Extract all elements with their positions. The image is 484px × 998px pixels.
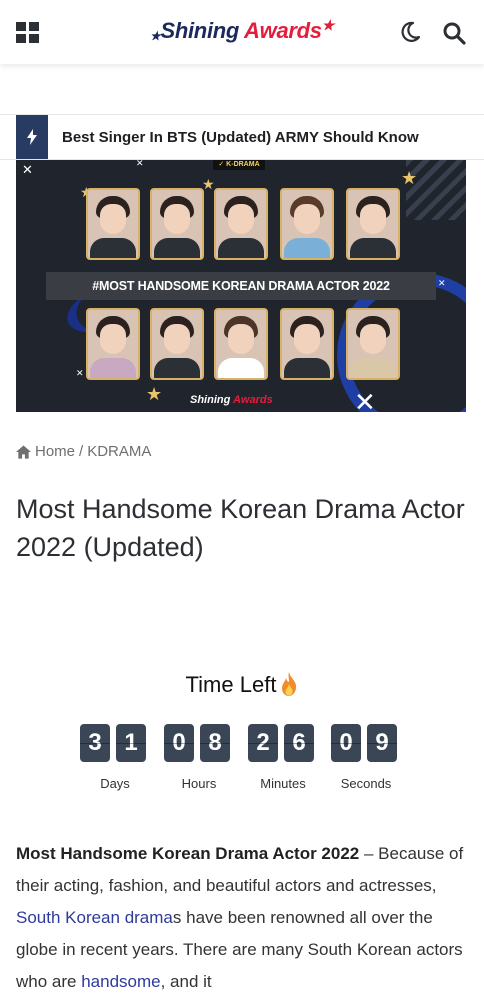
decorative-x-icon: ✕ xyxy=(438,278,446,288)
breadcrumb-separator: / xyxy=(79,443,84,460)
actor-photo xyxy=(150,188,204,260)
countdown-digit: 9 xyxy=(367,724,397,762)
handsome-link[interactable]: handsome xyxy=(81,972,160,991)
countdown-digit: 3 xyxy=(80,724,110,762)
banner-logo-word-awards: Awards xyxy=(232,394,273,406)
countdown-digit: 0 xyxy=(164,724,194,762)
search-icon[interactable] xyxy=(442,21,466,45)
decorative-x-icon: ✕ xyxy=(136,160,144,168)
countdown-heading-text: Time Left xyxy=(185,672,277,697)
actor-photo xyxy=(346,188,400,260)
countdown-digit: 1 xyxy=(116,724,146,762)
breadcrumb-category-link[interactable]: KDRAMA xyxy=(87,443,151,460)
category-badge: ✓ K-DRAMA xyxy=(213,160,265,170)
breadcrumb-home-link[interactable]: Home xyxy=(35,443,75,460)
logo-star-icon: ★ xyxy=(150,29,161,43)
article-paragraph: Most Handsome Korean Drama Actor 2022 – … xyxy=(16,838,468,998)
moon-icon[interactable] xyxy=(398,20,422,44)
logo-star-icon: ★ xyxy=(321,17,335,33)
article-text: , and it xyxy=(160,972,212,991)
actor-photo xyxy=(346,308,400,380)
countdown-heading: Time Left xyxy=(0,672,484,698)
logo-word-shining: Shining xyxy=(160,18,240,43)
breaking-news-bar: Best Singer In BTS (Updated) ARMY Should… xyxy=(0,114,484,160)
page-title: Most Handsome Korean Drama Actor 2022 (U… xyxy=(16,494,465,562)
fire-icon xyxy=(282,672,297,696)
actor-photo xyxy=(86,308,140,380)
decorative-star-icon: ★ xyxy=(146,384,163,404)
breaking-headline-link[interactable]: Best Singer In BTS (Updated) ARMY Should… xyxy=(62,129,419,146)
actor-photo xyxy=(214,188,268,260)
countdown-digit: 0 xyxy=(331,724,361,762)
actor-photo xyxy=(86,188,140,260)
logo-word-awards: Awards xyxy=(244,18,322,43)
article-lead: Most Handsome Korean Drama Actor 2022 xyxy=(16,844,360,863)
actor-photo xyxy=(280,308,334,380)
countdown-days-label: Days xyxy=(100,776,130,791)
close-icon[interactable]: ✕ xyxy=(354,389,376,412)
countdown-digit: 2 xyxy=(248,724,278,762)
south-korean-drama-link[interactable]: South Korean drama xyxy=(16,908,173,927)
countdown-hours-label: Hours xyxy=(181,776,217,791)
banner-title: #MOST HANDSOME KOREAN DRAMA ACTOR 2022 xyxy=(46,272,436,300)
countdown-digit: 6 xyxy=(284,724,314,762)
decorative-star-icon: ★ xyxy=(401,168,418,188)
decorative-x-icon: ✕ xyxy=(22,162,33,177)
countdown-digit: 8 xyxy=(200,724,230,762)
decorative-x-icon: ✕ xyxy=(76,368,84,378)
banner-logo-word-shining: Shining xyxy=(190,394,231,406)
featured-image[interactable]: ✓ K-DRAMA ✕ ✕ ✕ ✕ ★ ★ ★ ★ #MOST HANDSOME… xyxy=(16,160,466,412)
banner-logo: Shining Awards xyxy=(190,394,273,406)
bolt-icon xyxy=(16,115,48,159)
actor-photo xyxy=(150,308,204,380)
actor-photo xyxy=(280,188,334,260)
countdown-seconds-label: Seconds xyxy=(340,776,392,791)
countdown-minutes-label: Minutes xyxy=(260,776,306,791)
home-icon xyxy=(16,444,31,459)
breadcrumb: Home / KDRAMA xyxy=(16,443,151,460)
site-header: ★Shining Awards★ xyxy=(0,0,484,64)
actor-photo xyxy=(214,308,268,380)
